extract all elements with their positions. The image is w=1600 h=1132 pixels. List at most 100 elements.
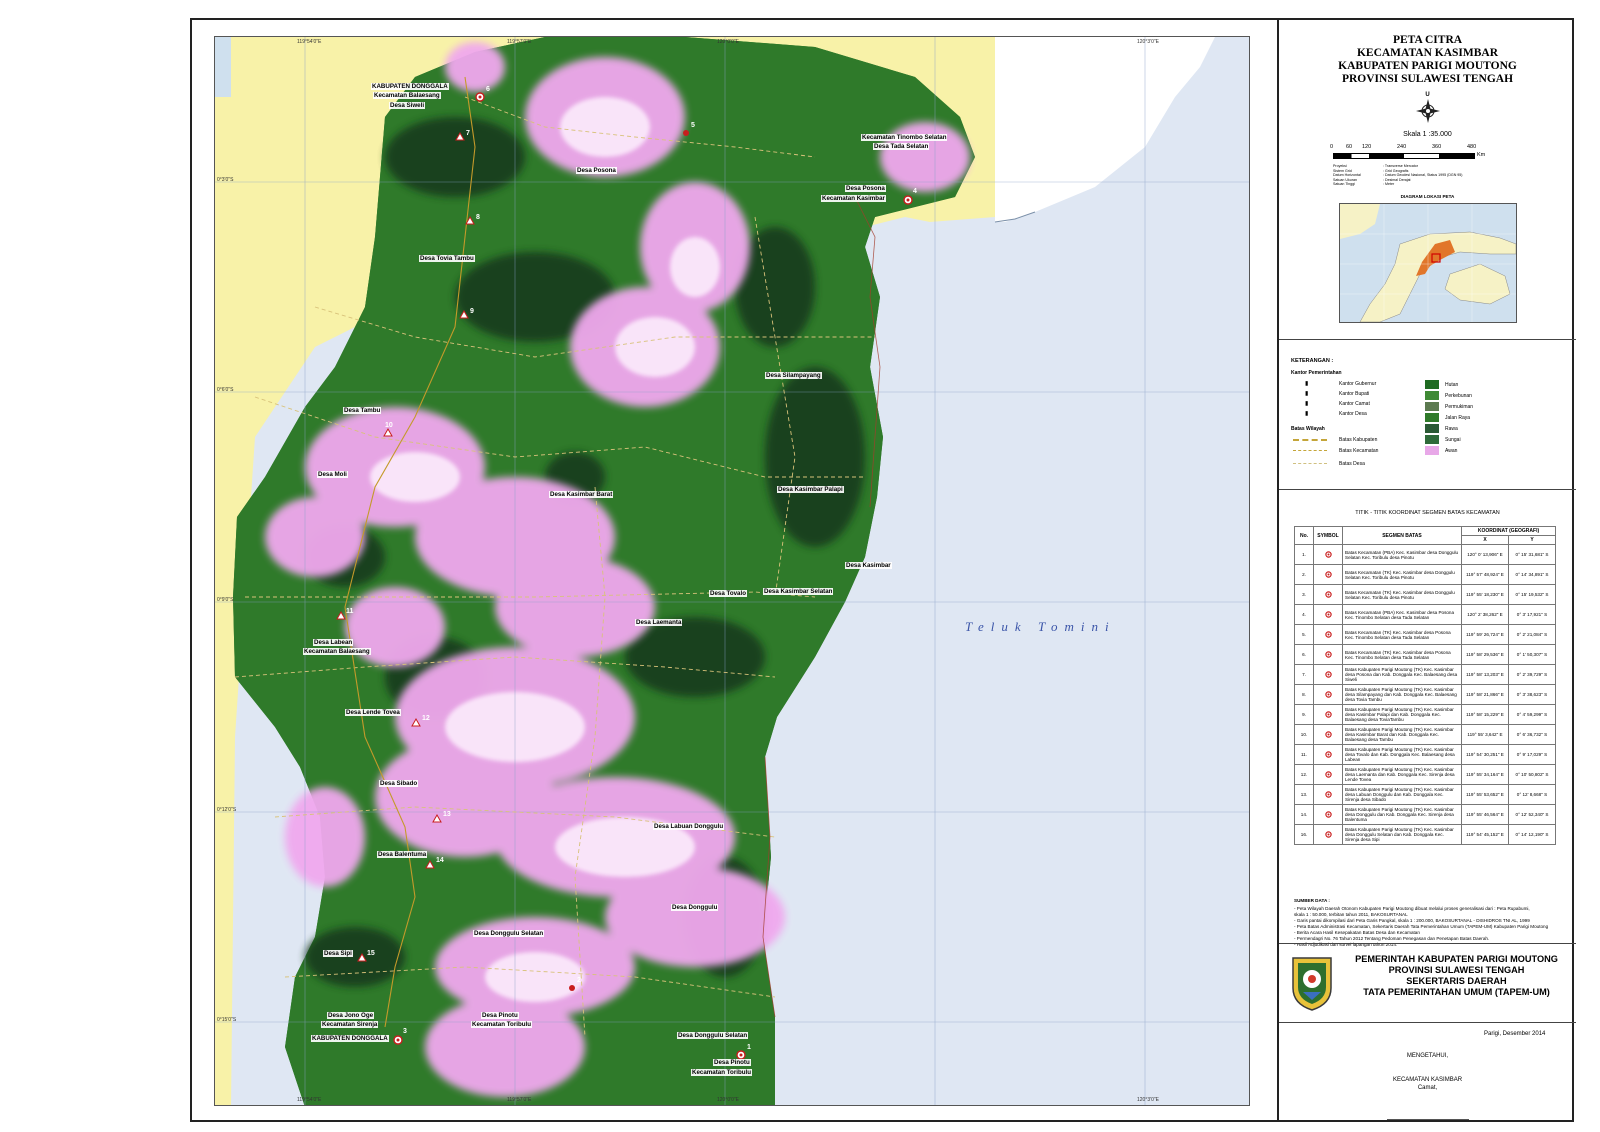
legend-land-item-1: Hutan bbox=[1445, 382, 1459, 388]
title-line-3: KABUPATEN PARIGI MOUTONG bbox=[1338, 60, 1517, 72]
north-arrow-icon bbox=[1415, 99, 1440, 123]
row-no: 9. bbox=[1294, 704, 1314, 725]
camat-office-icon: ▮ bbox=[1305, 401, 1309, 407]
map-area[interactable]: 1 2 3 4 5 6 7 8 9 10 11 12 13 14 15 Telu… bbox=[214, 36, 1250, 1106]
label-desa-pinotu-e: Desa Pinotu bbox=[713, 1059, 751, 1066]
swatch-perkebunan bbox=[1425, 391, 1439, 400]
legend-gov-title: Kantor Pemerintahan bbox=[1291, 370, 1342, 376]
legend-land-item-5: Rawa bbox=[1445, 426, 1458, 432]
row-segment: Batas Kecamatan (TK) Kec. Kasimbar desa … bbox=[1342, 644, 1462, 665]
row-symbol-icon bbox=[1313, 624, 1343, 645]
coord-table-row: 7. Batas Kabupaten Parigi Moutong (TK) Ke… bbox=[1294, 664, 1556, 685]
gov-line-1: PEMERINTAH KABUPATEN PARIGI MOUTONG bbox=[1355, 954, 1558, 964]
label-desa-jono-oge: Desa Jono Oge bbox=[327, 1012, 375, 1019]
coord-table-row: 9. Batas Kabupaten Parigi Moutong (TK) Ke… bbox=[1294, 704, 1556, 725]
swatch-hutan bbox=[1425, 380, 1439, 389]
coord-table-row: 13. Batas Kabupaten Parigi Moutong (TK) K… bbox=[1294, 784, 1556, 805]
row-segment: Batas Kabupaten Parigi Moutong (TK) Kec.… bbox=[1342, 764, 1462, 785]
row-no: 6. bbox=[1294, 644, 1314, 665]
row-no: 4. bbox=[1294, 604, 1314, 625]
legend-gov-item-3: Kantor Camat bbox=[1339, 401, 1370, 407]
row-x: 119° 55' 46,564" E bbox=[1461, 804, 1509, 825]
swatch-jalan-raya bbox=[1425, 413, 1439, 422]
row-symbol-icon bbox=[1313, 704, 1343, 725]
inset-title: DIAGRAM LOKASI PETA bbox=[1400, 194, 1455, 199]
coord-table-row: 3. Batas Kecamatan (TK) Kec. Kasimbar des… bbox=[1294, 584, 1556, 605]
point-number-13: 13 bbox=[443, 811, 451, 818]
coord-table-row: 5. Batas Kecamatan (TK) Kec. Kasimbar des… bbox=[1294, 624, 1556, 645]
label-kec-toribulu-e: Kecamatan Toribulu bbox=[691, 1069, 753, 1076]
row-x: 120° 0' 13,906" E bbox=[1461, 544, 1509, 565]
th-symbol: SYMBOL bbox=[1313, 526, 1343, 545]
row-no: 5. bbox=[1294, 624, 1314, 645]
label-desa-kasimbar: Desa Kasimbar bbox=[845, 562, 892, 569]
row-no: 11. bbox=[1294, 744, 1314, 765]
scale-tick-5: 480 bbox=[1467, 144, 1477, 150]
label-desa-pinotu-w: Desa Pinotu bbox=[481, 1012, 519, 1019]
point-number-7: 7 bbox=[466, 130, 470, 137]
label-kec-tinombo-selatan: Kecamatan Tinombo Selatan bbox=[861, 134, 948, 141]
kecamatan-boundary-symbol bbox=[1293, 450, 1327, 451]
row-x: 120° 2' 38,262" E bbox=[1461, 604, 1509, 625]
row-y: 0° 1' 50,307" S bbox=[1508, 644, 1556, 665]
scale-tick-0: 0 bbox=[1330, 144, 1334, 150]
th-y: Y bbox=[1508, 535, 1556, 545]
coord-bottom-1: 119°54'0"E bbox=[297, 1097, 322, 1103]
row-segment: Batas Kabupaten Parigi Moutong (TK) Kec.… bbox=[1342, 704, 1462, 725]
label-desa-labean: Desa Labean bbox=[313, 639, 354, 646]
scale-unit: Km bbox=[1477, 152, 1486, 158]
sources-title: SUMBER DATA : bbox=[1294, 898, 1330, 903]
label-desa-kasimbar-barat: Desa Kasimbar Barat bbox=[549, 491, 614, 498]
label-desa-lende-tovea: Desa Lende Tovea bbox=[345, 709, 401, 716]
coord-table-row: 2. Batas Kecamatan (TK) Kec. Kasimbar des… bbox=[1294, 564, 1556, 585]
row-y: 0° 4' 59,299" S bbox=[1508, 704, 1556, 725]
point-number-1: 1 bbox=[747, 1044, 751, 1051]
label-desa-posona-w: Desa Posona bbox=[576, 167, 617, 174]
label-kec-kasimbar-n: Kecamatan Kasimbar bbox=[821, 195, 886, 202]
map-title: PETA CITRA KECAMATAN KASIMBAR KABUPATEN … bbox=[1279, 18, 1576, 86]
point-number-11: 11 bbox=[346, 608, 354, 615]
row-no: 7. bbox=[1294, 664, 1314, 685]
gov-line-2: PROVINSI SULAWESI TENGAH bbox=[1388, 965, 1525, 975]
th-x: X bbox=[1461, 535, 1509, 545]
regent-office-icon: ▮ bbox=[1305, 391, 1309, 397]
coord-left-3: 0°9'0"S bbox=[217, 597, 234, 603]
swatch-sungai bbox=[1425, 435, 1439, 444]
row-y: 0° 2' 39,729" S bbox=[1508, 664, 1556, 685]
row-x: 119° 58' 21,866" E bbox=[1461, 684, 1509, 705]
scale-tick-1: 60 bbox=[1346, 144, 1353, 150]
desa-boundary-symbol bbox=[1293, 463, 1327, 464]
swatch-awan bbox=[1425, 446, 1439, 455]
swatch-rawa bbox=[1425, 424, 1439, 433]
row-segment: Batas Kecamatan (TK) Kec. Kasimbar desa … bbox=[1342, 584, 1462, 605]
legend-land-item-6: Sungai bbox=[1445, 437, 1461, 443]
gov-line-3: SEKERTARIS DAERAH bbox=[1406, 976, 1507, 986]
coord-left-1: 0°3'0"S bbox=[217, 177, 234, 183]
row-y: 0° 12' 52,340" S bbox=[1508, 804, 1556, 825]
row-x: 119° 59' 26,724" E bbox=[1461, 624, 1509, 645]
point-number-14: 14 bbox=[436, 857, 444, 864]
scale-tick-2: 120 bbox=[1362, 144, 1372, 150]
row-no: 1. bbox=[1294, 544, 1314, 565]
legend-boundary-item-3: Batas Desa bbox=[1339, 461, 1365, 467]
row-symbol-icon bbox=[1313, 764, 1343, 785]
point-number-12: 12 bbox=[422, 715, 430, 722]
coord-top-3: 120°0'0"E bbox=[717, 39, 739, 45]
label-desa-kasimbar-palapi: Desa Kasimbar Palapi bbox=[777, 486, 844, 493]
row-symbol-icon bbox=[1313, 604, 1343, 625]
point-number-3: 3 bbox=[403, 1028, 407, 1035]
row-segment: Batas Kabupaten Parigi Moutong (TK) Kec.… bbox=[1342, 824, 1462, 845]
label-desa-silampayang: Desa Silampayang bbox=[765, 372, 822, 379]
row-no: 14. bbox=[1294, 804, 1314, 825]
coord-table-row: 6. Batas Kecamatan (TK) Kec. Kasimbar des… bbox=[1294, 644, 1556, 665]
row-symbol-icon bbox=[1313, 824, 1343, 845]
row-segment: Batas Kecamatan (PBA) Kec. Kasimbar desa… bbox=[1342, 544, 1462, 565]
legend-boundary-item-1: Batas Kabupaten bbox=[1339, 437, 1378, 443]
coord-bottom-2: 119°57'0"E bbox=[507, 1097, 532, 1103]
title-line-4: PROVINSI SULAWESI TENGAH bbox=[1341, 73, 1514, 85]
label-desa-donggulu-selatan-w: Desa Donggulu Selatan bbox=[473, 930, 545, 937]
legend-gov-item-4: Kantor Desa bbox=[1339, 411, 1367, 417]
row-segment: Batas Kecamatan (TK) Kec. Kasimbar desa … bbox=[1342, 624, 1462, 645]
swatch-permukiman bbox=[1425, 402, 1439, 411]
village-office-icon: ▮ bbox=[1305, 411, 1309, 417]
